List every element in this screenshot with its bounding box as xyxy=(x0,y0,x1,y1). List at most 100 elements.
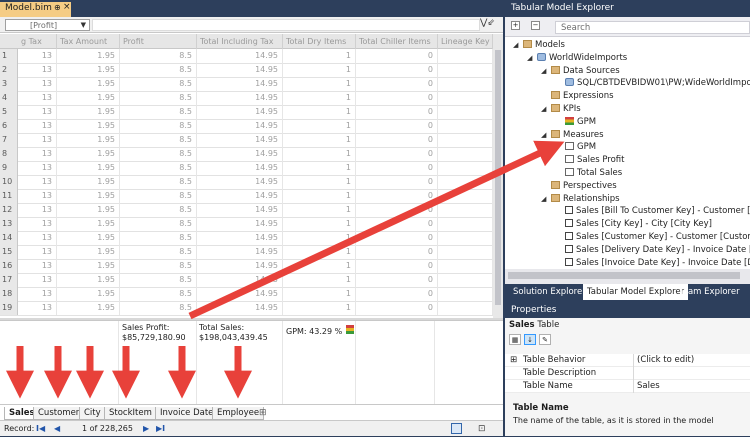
grid-cell[interactable]: 1 xyxy=(283,49,356,63)
grid-cell[interactable]: 13 xyxy=(18,147,57,161)
tree-node[interactable]: Sales [Invoice Date Key] - Invoice Date … xyxy=(555,257,750,269)
grid-cell[interactable]: 1.95 xyxy=(57,203,120,217)
table-row[interactable]: 16 13 1.95 8.5 14.95 1 0 xyxy=(0,259,493,274)
table-row[interactable]: 17 13 1.95 8.5 14.95 1 0 xyxy=(0,273,493,288)
column-header[interactable]: Profit xyxy=(120,34,197,49)
grid-cell[interactable]: 1 xyxy=(283,273,356,287)
grid-cell[interactable]: 14.95 xyxy=(197,119,283,133)
grid-cell[interactable]: 1.95 xyxy=(57,77,120,91)
column-header[interactable]: Lineage Key xyxy=(438,34,493,49)
tree-node[interactable]: ◢ Measures xyxy=(541,129,604,142)
grid-cell[interactable]: 0 xyxy=(356,203,438,217)
grid-cell[interactable]: 8.5 xyxy=(120,133,197,147)
tab-tabular-model-explorer[interactable]: Tabular Model Explorer xyxy=(583,284,689,300)
measure-dropdown[interactable]: [Profit] ▼ xyxy=(5,19,90,31)
grid-cell[interactable]: 0 xyxy=(356,77,438,91)
grid-cell[interactable]: 1 xyxy=(283,203,356,217)
grid-cell[interactable]: 13 xyxy=(18,245,57,259)
tree-node[interactable]: Total Sales xyxy=(555,167,622,180)
grid-scroll-thumb[interactable] xyxy=(495,50,501,305)
row-number[interactable]: 1 xyxy=(0,49,18,63)
table-row[interactable]: 12 13 1.95 8.5 14.95 1 0 xyxy=(0,203,493,218)
document-tab-model-bim[interactable]: Model.bim ⊕ × xyxy=(0,2,71,17)
sheet-tab-employee[interactable]: Employee xyxy=(212,407,265,420)
row-number[interactable]: 15 xyxy=(0,245,18,259)
grid-cell[interactable]: 1.95 xyxy=(57,49,120,63)
grid-cell[interactable]: 1.95 xyxy=(57,161,120,175)
row-number[interactable]: 12 xyxy=(0,203,18,217)
grid-cell[interactable]: 1 xyxy=(283,119,356,133)
grid-cell[interactable]: 0 xyxy=(356,231,438,245)
grid-cell[interactable] xyxy=(438,147,493,161)
grid-cell[interactable]: 1 xyxy=(283,217,356,231)
tree-node[interactable]: ◢ Models xyxy=(513,39,565,52)
alphabetical-icon[interactable]: ↓ xyxy=(524,334,536,345)
expand-twisty-icon[interactable]: ◢ xyxy=(541,129,551,142)
grid-cell[interactable]: 8.5 xyxy=(120,63,197,77)
explorer-scroll-thumb[interactable] xyxy=(508,272,740,279)
grid-cell[interactable]: 13 xyxy=(18,231,57,245)
grid-cell[interactable]: 8.5 xyxy=(120,259,197,273)
grid-view-icon[interactable] xyxy=(451,423,462,434)
tree-node[interactable]: Perspectives xyxy=(541,180,617,193)
grid-cell[interactable]: 0 xyxy=(356,301,438,315)
grid-cell[interactable] xyxy=(438,287,493,301)
row-number[interactable]: 8 xyxy=(0,147,18,161)
grid-cell[interactable]: 1.95 xyxy=(57,231,120,245)
grid-cell[interactable]: 8.5 xyxy=(120,77,197,91)
grid-cell[interactable]: 13 xyxy=(18,189,57,203)
column-header[interactable]: Tax Amount xyxy=(57,34,120,49)
sheet-tab-stockitem[interactable]: StockItem xyxy=(104,407,157,420)
grid-cell[interactable]: 14.95 xyxy=(197,91,283,105)
grid-cell[interactable]: 14.95 xyxy=(197,287,283,301)
previous-record-icon[interactable]: ◀ xyxy=(54,421,60,436)
grid-cell[interactable]: 14.95 xyxy=(197,273,283,287)
total-sales-label[interactable]: Total Sales: xyxy=(199,323,244,333)
row-number[interactable]: 6 xyxy=(0,119,18,133)
grid-cell[interactable]: 0 xyxy=(356,245,438,259)
grid-cell[interactable]: 13 xyxy=(18,105,57,119)
grid-cell[interactable]: 1 xyxy=(283,161,356,175)
grid-cell[interactable]: 8.5 xyxy=(120,147,197,161)
next-record-icon[interactable]: ▶ xyxy=(143,421,149,436)
grid-cell[interactable] xyxy=(438,63,493,77)
property-value[interactable]: Sales xyxy=(635,380,660,393)
tree-node[interactable]: Sales [Customer Key] - Customer [Custome… xyxy=(555,231,750,244)
gpm-kpi-value[interactable]: GPM: 43.29 % xyxy=(286,327,342,337)
grid-cell[interactable]: 8.5 xyxy=(120,91,197,105)
grid-cell[interactable]: 14.95 xyxy=(197,175,283,189)
grid-cell[interactable]: 1.95 xyxy=(57,217,120,231)
grid-cell[interactable]: 1.95 xyxy=(57,133,120,147)
grid-cell[interactable]: 1.95 xyxy=(57,259,120,273)
wrench-icon[interactable]: ✎ xyxy=(539,334,551,345)
table-row[interactable]: 11 13 1.95 8.5 14.95 1 0 xyxy=(0,189,493,204)
grid-cell[interactable]: 1 xyxy=(283,231,356,245)
first-record-icon[interactable]: I◀ xyxy=(36,421,45,436)
expand-twisty-icon[interactable]: ◢ xyxy=(527,52,537,65)
tree-node[interactable]: Sales Profit xyxy=(555,154,625,167)
property-row-table-description[interactable]: Table Description xyxy=(505,367,750,380)
grid-cell[interactable]: 8.5 xyxy=(120,49,197,63)
grid-cell[interactable]: 13 xyxy=(18,217,57,231)
grid-cell[interactable]: 13 xyxy=(18,63,57,77)
table-row[interactable]: 10 13 1.95 8.5 14.95 1 0 xyxy=(0,175,493,190)
table-row[interactable]: 8 13 1.95 8.5 14.95 1 0 xyxy=(0,147,493,162)
row-number[interactable]: 7 xyxy=(0,133,18,147)
expand-twisty-icon[interactable]: ◢ xyxy=(541,65,551,78)
grid-cell[interactable]: 14.95 xyxy=(197,217,283,231)
table-row[interactable]: 9 13 1.95 8.5 14.95 1 0 xyxy=(0,161,493,176)
grid-cell[interactable]: 1.95 xyxy=(57,301,120,315)
row-number[interactable]: 10 xyxy=(0,175,18,189)
grid-cell[interactable] xyxy=(438,189,493,203)
grid-cell[interactable]: 14.95 xyxy=(197,161,283,175)
pin-icon[interactable]: ⊕ xyxy=(54,3,61,12)
grid-cell[interactable] xyxy=(438,301,493,315)
grid-cell[interactable]: 8.5 xyxy=(120,175,197,189)
grid-cell[interactable]: 1 xyxy=(283,175,356,189)
grid-cell[interactable]: 14.95 xyxy=(197,105,283,119)
grid-cell[interactable]: 1 xyxy=(283,105,356,119)
grid-cell[interactable]: 13 xyxy=(18,273,57,287)
formula-expand-buttons[interactable]: ⋁⇙ xyxy=(480,18,502,32)
grid-cell[interactable]: 1.95 xyxy=(57,273,120,287)
grid-cell[interactable]: 8.5 xyxy=(120,231,197,245)
